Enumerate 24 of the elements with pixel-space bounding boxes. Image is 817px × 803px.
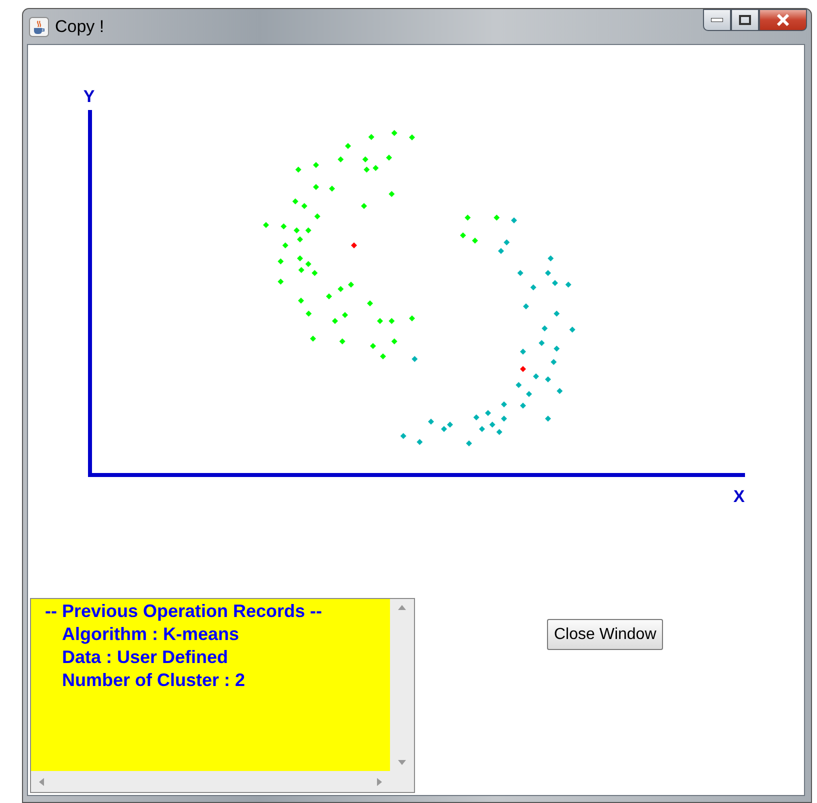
close-icon bbox=[776, 14, 790, 26]
right-arrow-icon[interactable] bbox=[377, 778, 382, 786]
close-button[interactable] bbox=[759, 9, 807, 31]
vertical-scrollbar[interactable] bbox=[390, 599, 414, 771]
minimize-icon bbox=[711, 18, 723, 22]
axis-label: X bbox=[733, 487, 745, 506]
maximize-icon bbox=[739, 15, 751, 25]
coffee-cup-icon bbox=[29, 16, 49, 36]
axis-label: Y bbox=[83, 87, 95, 106]
record-line: Data : User Defined bbox=[61, 646, 230, 669]
down-arrow-icon[interactable] bbox=[398, 760, 406, 765]
records-heading: -- Previous Operation Records -- bbox=[45, 600, 324, 623]
record-line: Number of Cluster : 2 bbox=[61, 669, 246, 692]
records-text-area[interactable]: -- Previous Operation Records -- Algorithm : K-means Data : User Defined Number of Cluster : 2 bbox=[31, 599, 390, 771]
window-title: Copy ! bbox=[55, 16, 104, 38]
minimize-button[interactable] bbox=[703, 9, 731, 31]
centroid-point bbox=[351, 242, 357, 248]
centroid-point bbox=[520, 366, 526, 372]
left-arrow-icon[interactable] bbox=[39, 778, 44, 786]
up-arrow-icon[interactable] bbox=[398, 605, 406, 610]
record-line: Algorithm : K-means bbox=[61, 623, 240, 646]
horizontal-scrollbar[interactable] bbox=[31, 771, 390, 792]
maximize-button[interactable] bbox=[731, 9, 759, 31]
close-window-button[interactable]: Close Window bbox=[547, 619, 664, 650]
